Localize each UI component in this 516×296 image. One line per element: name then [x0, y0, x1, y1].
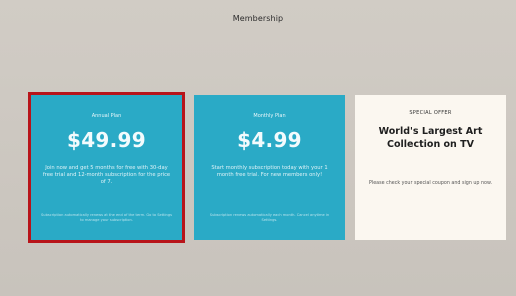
plan-price: $4.99: [237, 128, 302, 152]
plan-fine-print: Subscription renews automatically each m…: [209, 213, 330, 222]
plan-fine-print: Subscription automatically renews at the…: [41, 213, 172, 222]
special-offer-tag: SPECIAL OFFER: [409, 110, 452, 116]
special-offer-card[interactable]: SPECIAL OFFER World's Largest Art Collec…: [355, 95, 506, 240]
plan-description: Start monthly subscription today with yo…: [211, 165, 328, 178]
annual-plan-card[interactable]: Annual Plan $49.99 Join now and get 5 mo…: [28, 92, 185, 243]
monthly-plan-card[interactable]: Monthly Plan $4.99 Start monthly subscri…: [194, 95, 345, 240]
special-offer-title: World's Largest Art Collection on TV: [378, 126, 483, 150]
plan-name: Monthly Plan: [253, 113, 286, 119]
plan-description: Join now and get 5 months for free with …: [42, 165, 171, 185]
plan-price: $49.99: [67, 128, 146, 152]
membership-screen: Membership Annual Plan $49.99 Join now a…: [0, 0, 516, 296]
special-offer-description: Please check your special coupon and sig…: [369, 181, 492, 186]
plan-name: Annual Plan: [91, 113, 122, 119]
page-title: Membership: [232, 14, 284, 23]
